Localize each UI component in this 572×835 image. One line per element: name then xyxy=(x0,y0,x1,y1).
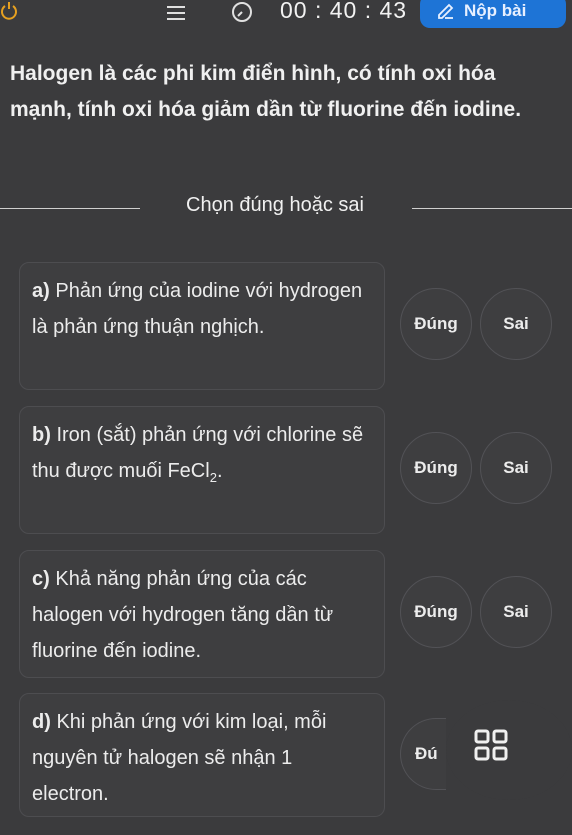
divider-rule-left xyxy=(0,208,140,209)
floating-menu-backdrop xyxy=(446,700,572,800)
statement-letter: a) xyxy=(32,280,50,302)
statement-letter: d) xyxy=(32,711,51,733)
false-label: Sai xyxy=(503,602,529,621)
true-label: Đúng xyxy=(414,314,458,333)
statement-text: Khả năng phản ứng của các halogen với hy… xyxy=(32,568,334,662)
statement-b-true-button[interactable]: Đúng xyxy=(400,432,472,504)
edit-icon xyxy=(438,3,454,19)
statement-formula: FeCl2. xyxy=(167,460,223,485)
section-divider: Chọn đúng hoặc sai xyxy=(0,192,572,222)
clock-icon xyxy=(232,2,252,22)
statement-d-true-button[interactable]: Đú xyxy=(400,718,446,790)
divider-label: Chọn đúng hoặc sai xyxy=(186,194,364,216)
true-label: Đúng xyxy=(414,602,458,621)
power-icon[interactable] xyxy=(0,2,18,20)
statement-a-true-button[interactable]: Đúng xyxy=(400,288,472,360)
submit-button[interactable]: Nộp bài xyxy=(420,0,566,28)
true-label: Đú xyxy=(415,744,438,763)
submit-label: Nộp bài xyxy=(464,1,527,20)
statement-b-card: b) Iron (sắt) phản ứng với chlorine sẽ t… xyxy=(19,406,385,534)
statement-a-card: a) Phản ứng của iodine với hydrogen là p… xyxy=(19,262,385,390)
statement-a-false-button[interactable]: Sai xyxy=(480,288,552,360)
timer: 00 : 40 : 43 xyxy=(280,0,408,23)
statement-text: Khi phản ứng với kim loại, mỗi nguyên tử… xyxy=(32,711,327,805)
statement-c-false-button[interactable]: Sai xyxy=(480,576,552,648)
grid-icon[interactable] xyxy=(474,729,508,761)
question-text: Halogen là các phi kim điển hình, có tín… xyxy=(10,62,522,121)
divider-rule-right xyxy=(412,208,572,209)
statement-letter: c) xyxy=(32,568,50,590)
statement-text: Phản ứng của iodine với hydrogen là phản… xyxy=(32,280,363,338)
statement-letter: b) xyxy=(32,424,51,446)
statement-d-card: d) Khi phản ứng với kim loại, mỗi nguyên… xyxy=(19,693,385,817)
statement-c-true-button[interactable]: Đúng xyxy=(400,576,472,648)
true-label: Đúng xyxy=(414,458,458,477)
statement-b-false-button[interactable]: Sai xyxy=(480,432,552,504)
false-label: Sai xyxy=(503,458,529,477)
false-label: Sai xyxy=(503,314,529,333)
list-icon[interactable] xyxy=(166,4,186,22)
top-bar: 00 : 40 : 43 Nộp bài xyxy=(0,0,572,36)
statement-c-card: c) Khả năng phản ứng của các halogen với… xyxy=(19,550,385,678)
